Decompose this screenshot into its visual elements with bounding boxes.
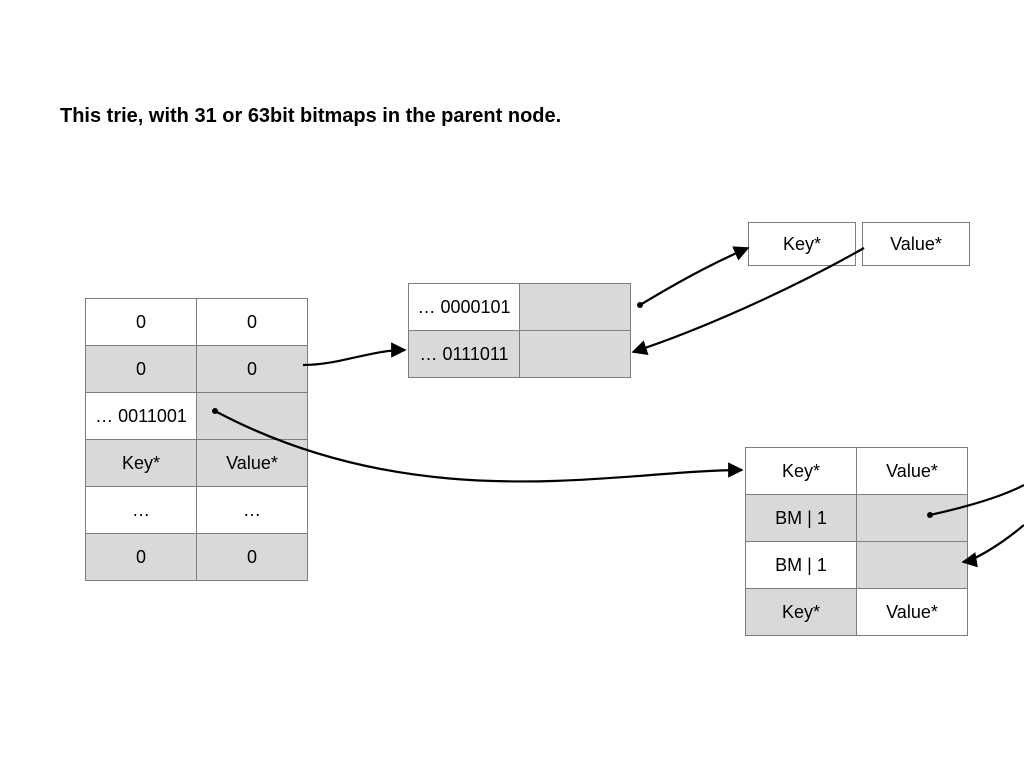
- cell: [857, 542, 968, 589]
- page-title: This trie, with 31 or 63bit bitmaps in t…: [60, 105, 561, 128]
- cell: [520, 331, 631, 378]
- cell: BM | 1: [746, 542, 857, 589]
- cell: …: [197, 487, 308, 534]
- cell: … 0011001: [86, 393, 197, 440]
- cell: Key*: [746, 589, 857, 636]
- cell: Key*: [86, 440, 197, 487]
- cell: … 0000101: [409, 284, 520, 331]
- cell: Key*: [746, 448, 857, 495]
- cell: BM | 1: [746, 495, 857, 542]
- right-table: Key*Value* BM | 1 BM | 1 Key*Value*: [745, 447, 968, 636]
- cell: 0: [197, 346, 308, 393]
- cell: 0: [86, 534, 197, 581]
- cell: 0: [197, 299, 308, 346]
- cell: Value*: [197, 440, 308, 487]
- cell: …: [86, 487, 197, 534]
- cell: [197, 393, 308, 440]
- cell: [857, 495, 968, 542]
- cell: 0: [86, 299, 197, 346]
- cell: 0: [86, 346, 197, 393]
- left-table: 00 00 … 0011001 Key*Value* …… 00: [85, 298, 308, 581]
- top-key-cell: Key*: [748, 222, 856, 266]
- cell: Value*: [857, 448, 968, 495]
- cell: … 0111011: [409, 331, 520, 378]
- mid-table: … 0000101 … 0111011: [408, 283, 631, 378]
- top-value-cell: Value*: [862, 222, 970, 266]
- cell: 0: [197, 534, 308, 581]
- cell: [520, 284, 631, 331]
- cell: Value*: [857, 589, 968, 636]
